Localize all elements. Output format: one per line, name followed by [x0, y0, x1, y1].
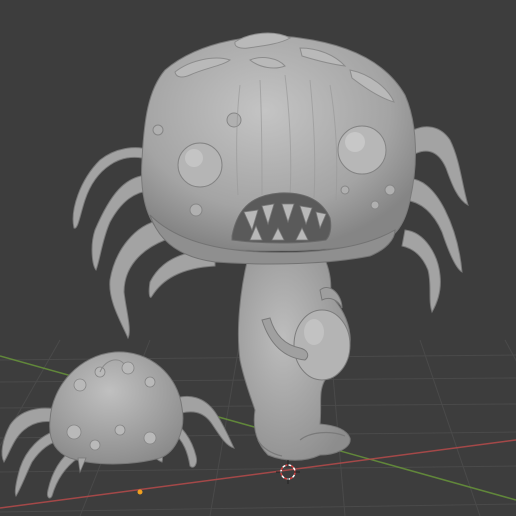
3d-cursor-icon[interactable]: [276, 460, 300, 484]
held-egg: [293, 309, 351, 381]
origin-point-icon[interactable]: [137, 489, 143, 495]
small-spider-creature[interactable]: [1, 351, 235, 499]
spider-fangs: [77, 457, 87, 474]
cap-spot-right: [337, 125, 387, 175]
viewport-canvas[interactable]: [0, 0, 516, 516]
spider-body: [49, 351, 184, 465]
3d-viewport[interactable]: [0, 0, 516, 516]
cap-spot-left: [177, 142, 223, 188]
